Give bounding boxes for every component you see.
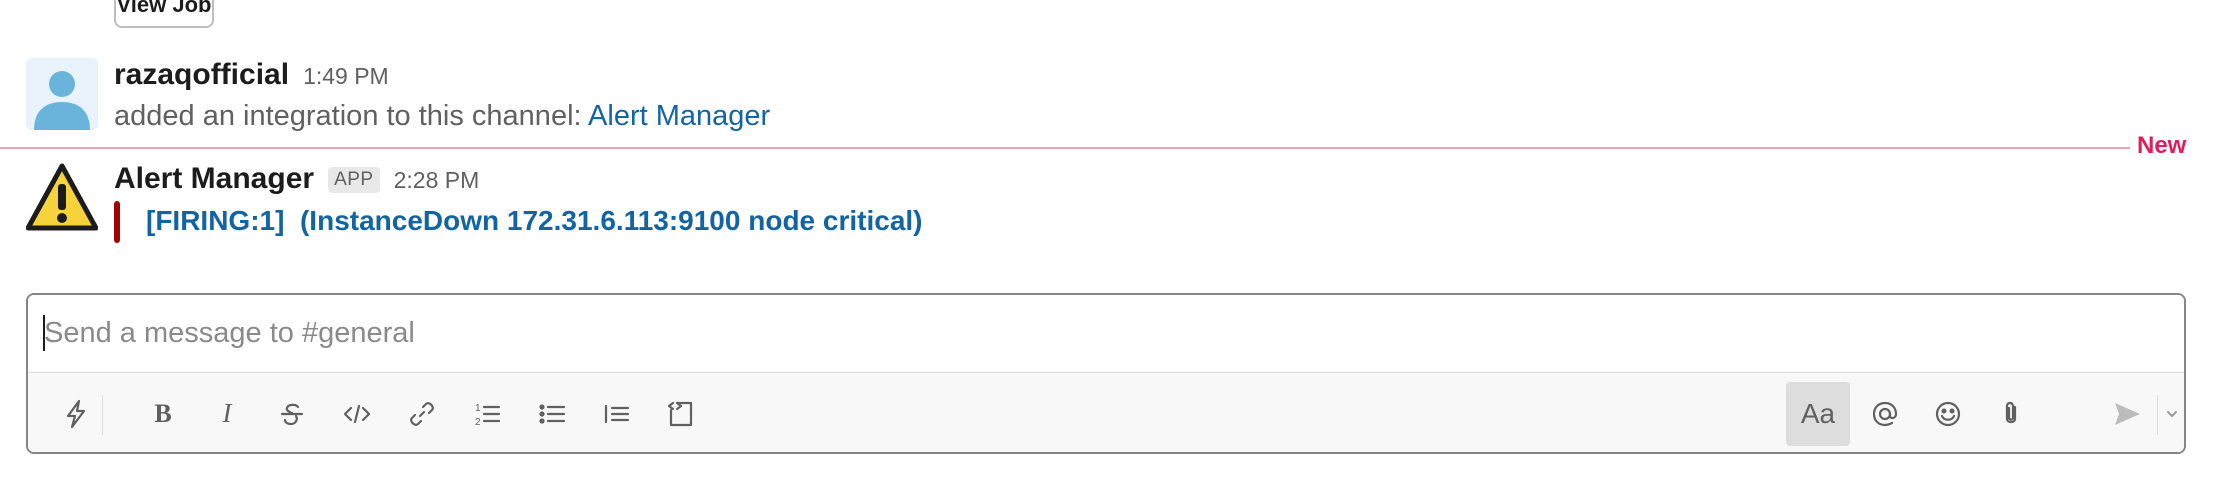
format-toggle-label: Aa xyxy=(1800,398,1836,429)
bullet-list-button[interactable] xyxy=(524,386,580,442)
message-body: added an integration to this channel: xyxy=(114,100,589,132)
emoji-icon xyxy=(1935,401,1961,427)
app-badge: APP xyxy=(328,167,380,193)
blockquote-button[interactable] xyxy=(588,386,644,442)
message-header: razaqofficial 1:49 PM xyxy=(114,58,389,92)
link-button[interactable] xyxy=(394,386,450,442)
user-avatar-icon xyxy=(26,58,98,130)
username[interactable]: razaqofficial xyxy=(114,58,289,92)
bold-button[interactable]: B xyxy=(135,386,191,442)
svg-text:I: I xyxy=(222,398,234,428)
strikethrough-icon xyxy=(280,403,304,426)
svg-text:2: 2 xyxy=(475,417,481,428)
bullet-list-icon xyxy=(539,404,566,424)
message-header: Alert Manager APP 2:28 PM xyxy=(114,162,479,196)
code-button[interactable] xyxy=(329,386,385,442)
strikethrough-button[interactable] xyxy=(264,386,320,442)
link-icon xyxy=(410,402,434,426)
chevron-down-icon xyxy=(2167,411,2177,418)
message-composer: B I xyxy=(26,293,2186,454)
format-toggle-button[interactable]: Aa xyxy=(1786,382,1850,446)
at-icon xyxy=(1872,401,1898,427)
timestamp[interactable]: 2:28 PM xyxy=(394,167,480,194)
send-options-button[interactable] xyxy=(2161,386,2183,442)
message-text: added an integration to this channel: Al… xyxy=(114,100,770,133)
italic-button[interactable]: I xyxy=(199,386,255,442)
attachment-color-bar xyxy=(114,201,120,243)
attachment-title-link[interactable]: [FIRING:1] (InstanceDown 172.31.6.113:91… xyxy=(146,205,923,237)
code-block-icon xyxy=(667,401,693,427)
bold-icon: B xyxy=(154,399,171,428)
avatar[interactable] xyxy=(26,58,98,130)
paperclip-icon xyxy=(2005,401,2017,424)
avatar[interactable] xyxy=(26,162,98,234)
timestamp[interactable]: 1:49 PM xyxy=(303,63,389,90)
mention-button[interactable] xyxy=(1857,386,1913,442)
username[interactable]: Alert Manager xyxy=(114,162,314,196)
code-block-button[interactable] xyxy=(653,386,709,442)
shortcuts-button[interactable] xyxy=(48,386,104,442)
code-icon xyxy=(343,404,371,424)
view-job-label: View Job xyxy=(116,0,212,17)
attach-button[interactable] xyxy=(1983,386,2039,442)
ordered-list-button[interactable]: 1 2 xyxy=(459,386,515,442)
svg-text:B: B xyxy=(154,399,171,428)
send-icon xyxy=(2115,403,2140,425)
send-button[interactable] xyxy=(2099,386,2155,442)
warning-icon xyxy=(26,163,98,231)
ordered-list-icon: 1 2 xyxy=(475,403,501,428)
new-label: New xyxy=(2137,132,2187,159)
lightning-icon xyxy=(66,399,86,429)
blockquote-icon xyxy=(604,404,630,424)
message-input[interactable] xyxy=(28,295,2184,372)
integration-link[interactable]: Alert Manager xyxy=(588,100,770,132)
new-messages-divider xyxy=(0,147,2130,149)
toolbar-separator xyxy=(2157,395,2158,435)
view-job-button[interactable]: View Job xyxy=(114,0,214,28)
emoji-button[interactable] xyxy=(1920,386,1976,442)
text-caret xyxy=(43,315,45,351)
svg-text:1: 1 xyxy=(475,403,481,414)
italic-icon: I xyxy=(222,398,234,428)
composer-toolbar: B I 1 2 Aa xyxy=(28,372,2184,452)
toolbar-separator xyxy=(102,395,103,435)
